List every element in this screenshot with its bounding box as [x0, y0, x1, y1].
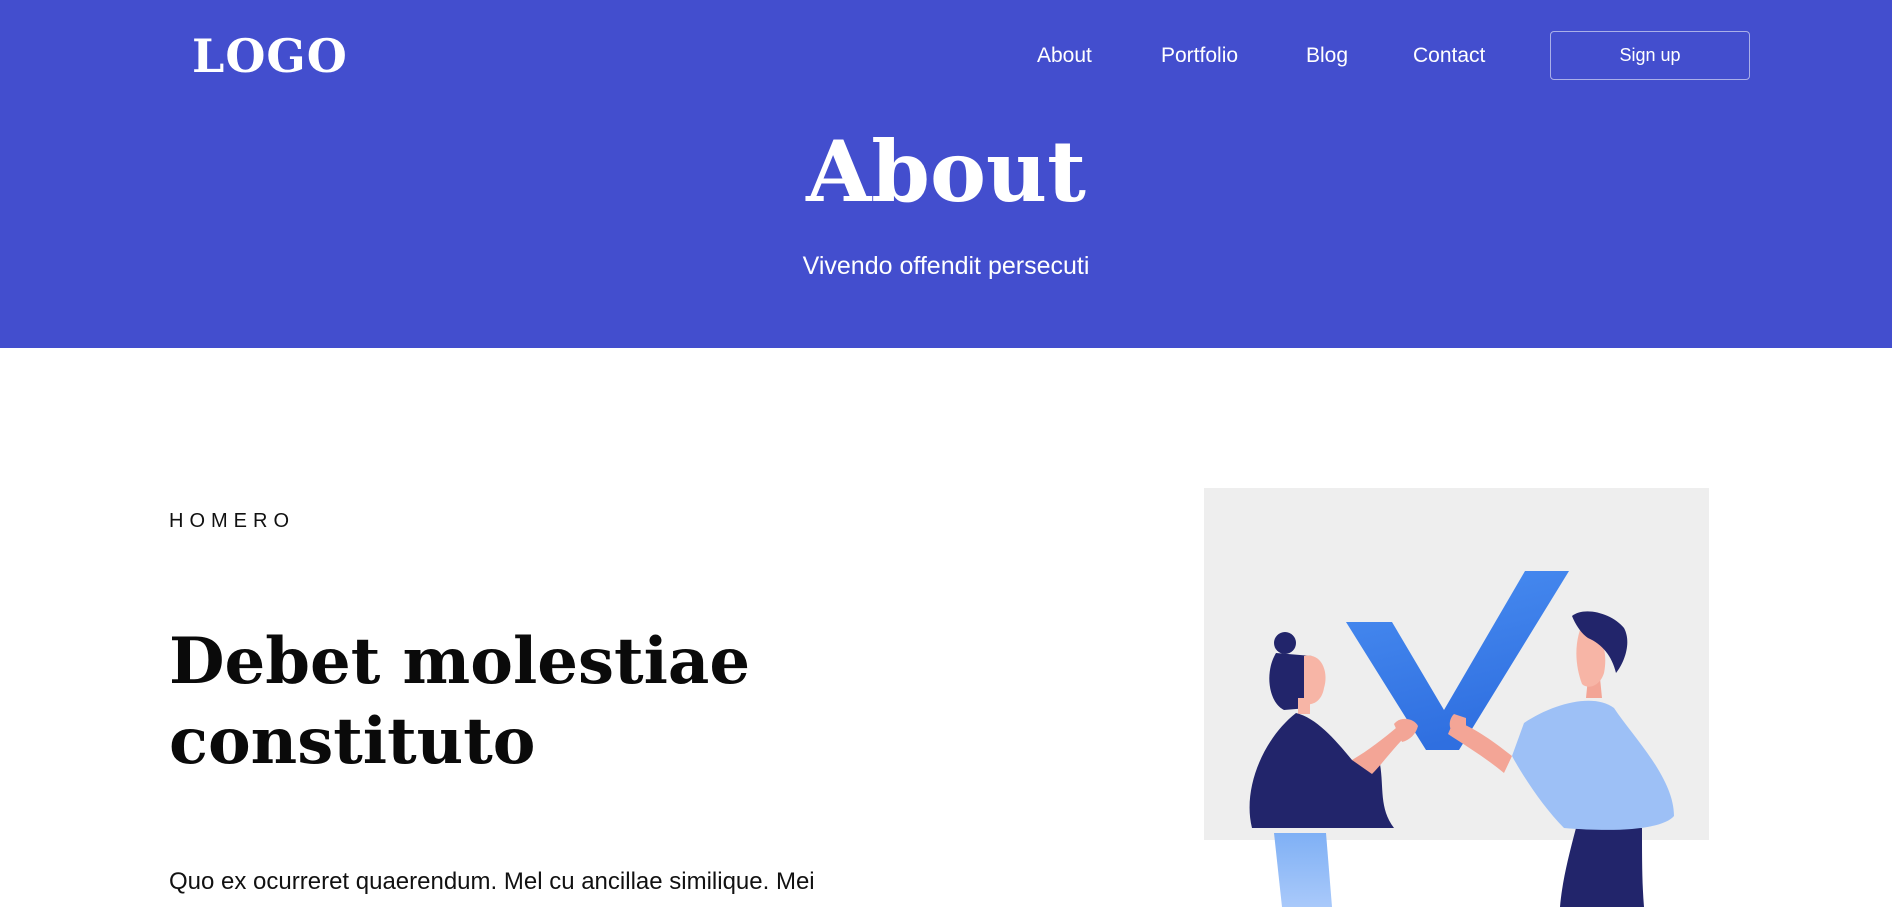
nav-link-contact[interactable]: Contact [1413, 42, 1485, 70]
hero-banner: LOGO About Portfolio Blog Contact Sign u… [0, 0, 1892, 348]
section-eyebrow: HOMERO [169, 510, 295, 532]
nav-link-portfolio[interactable]: Portfolio [1161, 42, 1238, 70]
check-mark-illustration [1204, 488, 1709, 907]
section-heading-line-1: Debet molestiae [169, 624, 751, 699]
section-body-text: Quo ex ocurreret quaerendum. Mel cu anci… [169, 868, 815, 895]
section-heading-line-2: constituto [169, 704, 536, 779]
signup-button[interactable]: Sign up [1550, 31, 1750, 80]
page-subtitle: Vivendo offendit persecuti [802, 252, 1090, 280]
page-title: About [806, 122, 1086, 221]
nav-link-blog[interactable]: Blog [1306, 42, 1348, 70]
section-heading: Debet molestiae constituto [169, 622, 769, 782]
nav-link-about[interactable]: About [1037, 42, 1092, 70]
logo[interactable]: LOGO [192, 28, 348, 84]
